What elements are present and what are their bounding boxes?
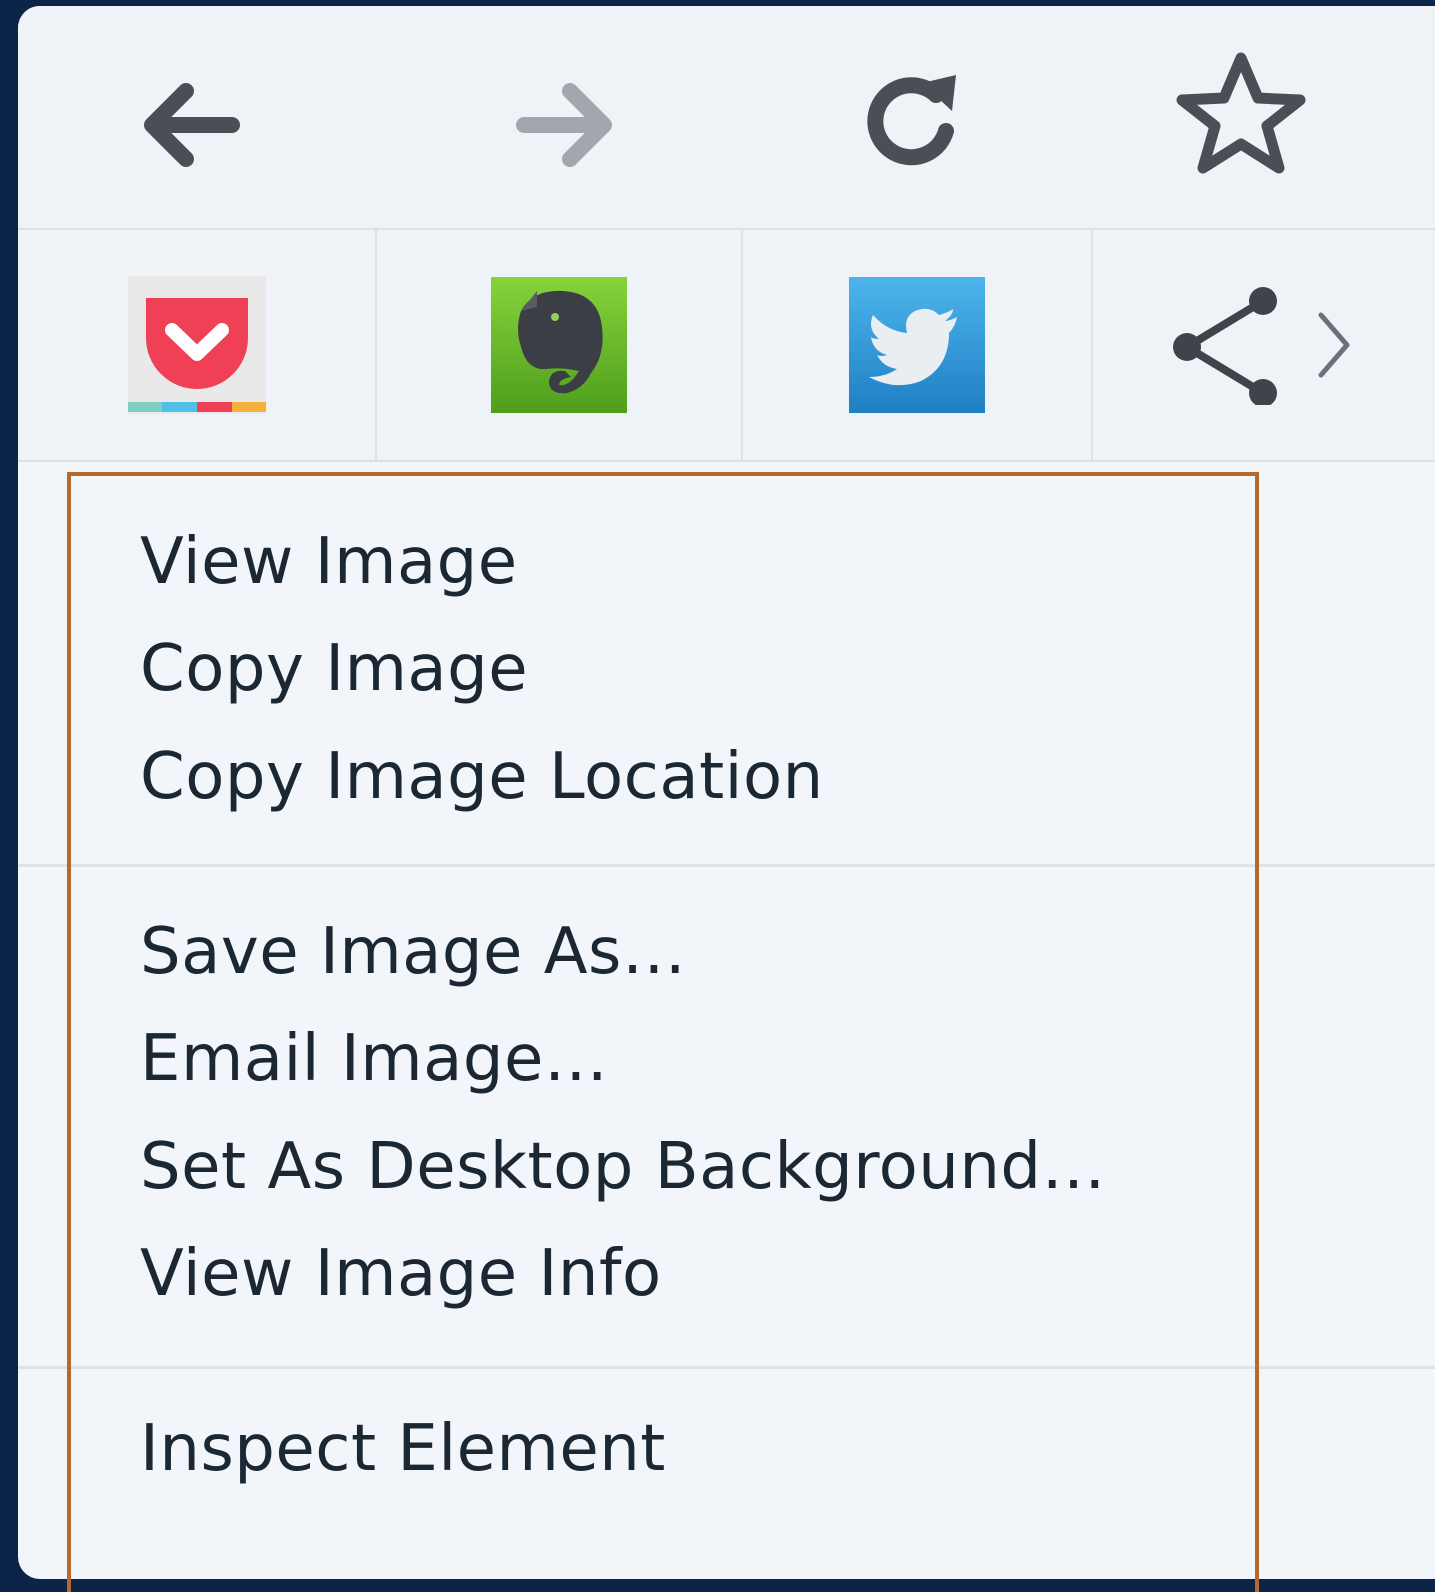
context-menu: View Image Copy Image Copy Image Locatio… [18,6,1435,1579]
star-icon [1176,52,1306,174]
twitter-icon [849,277,985,413]
back-arrow-icon [144,83,240,167]
menu-item-copy-image[interactable]: Copy Image [140,619,528,719]
reload-button[interactable] [850,51,980,181]
forward-arrow-icon [516,83,612,167]
menu-item-set-desktop-background[interactable]: Set As Desktop Background… [140,1117,1106,1217]
menu-item-view-image-info[interactable]: View Image Info [140,1224,662,1324]
menu-separator [18,1366,1435,1369]
pocket-icon [127,276,266,414]
chevron-right-icon [1318,312,1350,378]
share-twitter-button[interactable] [743,230,1091,460]
share-toolbar [18,230,1435,462]
menu-item-copy-image-location[interactable]: Copy Image Location [140,727,824,827]
menu-item-save-image-as[interactable]: Save Image As… [140,902,686,1002]
menu-item-email-image[interactable]: Email Image… [140,1009,608,1109]
share-more-button[interactable] [1093,230,1435,460]
share-pocket-button[interactable] [18,230,375,460]
menu-item-inspect-element[interactable]: Inspect Element [140,1399,666,1499]
reload-icon [867,75,956,166]
share-evernote-button[interactable] [377,230,741,460]
forward-button[interactable] [502,59,632,189]
menu-separator [18,864,1435,867]
menu-item-view-image[interactable]: View Image [140,512,518,612]
back-button[interactable] [124,59,254,189]
navigation-toolbar [18,6,1435,230]
share-icon [1173,287,1277,405]
evernote-icon [491,277,627,413]
bookmark-button[interactable] [1176,50,1306,180]
